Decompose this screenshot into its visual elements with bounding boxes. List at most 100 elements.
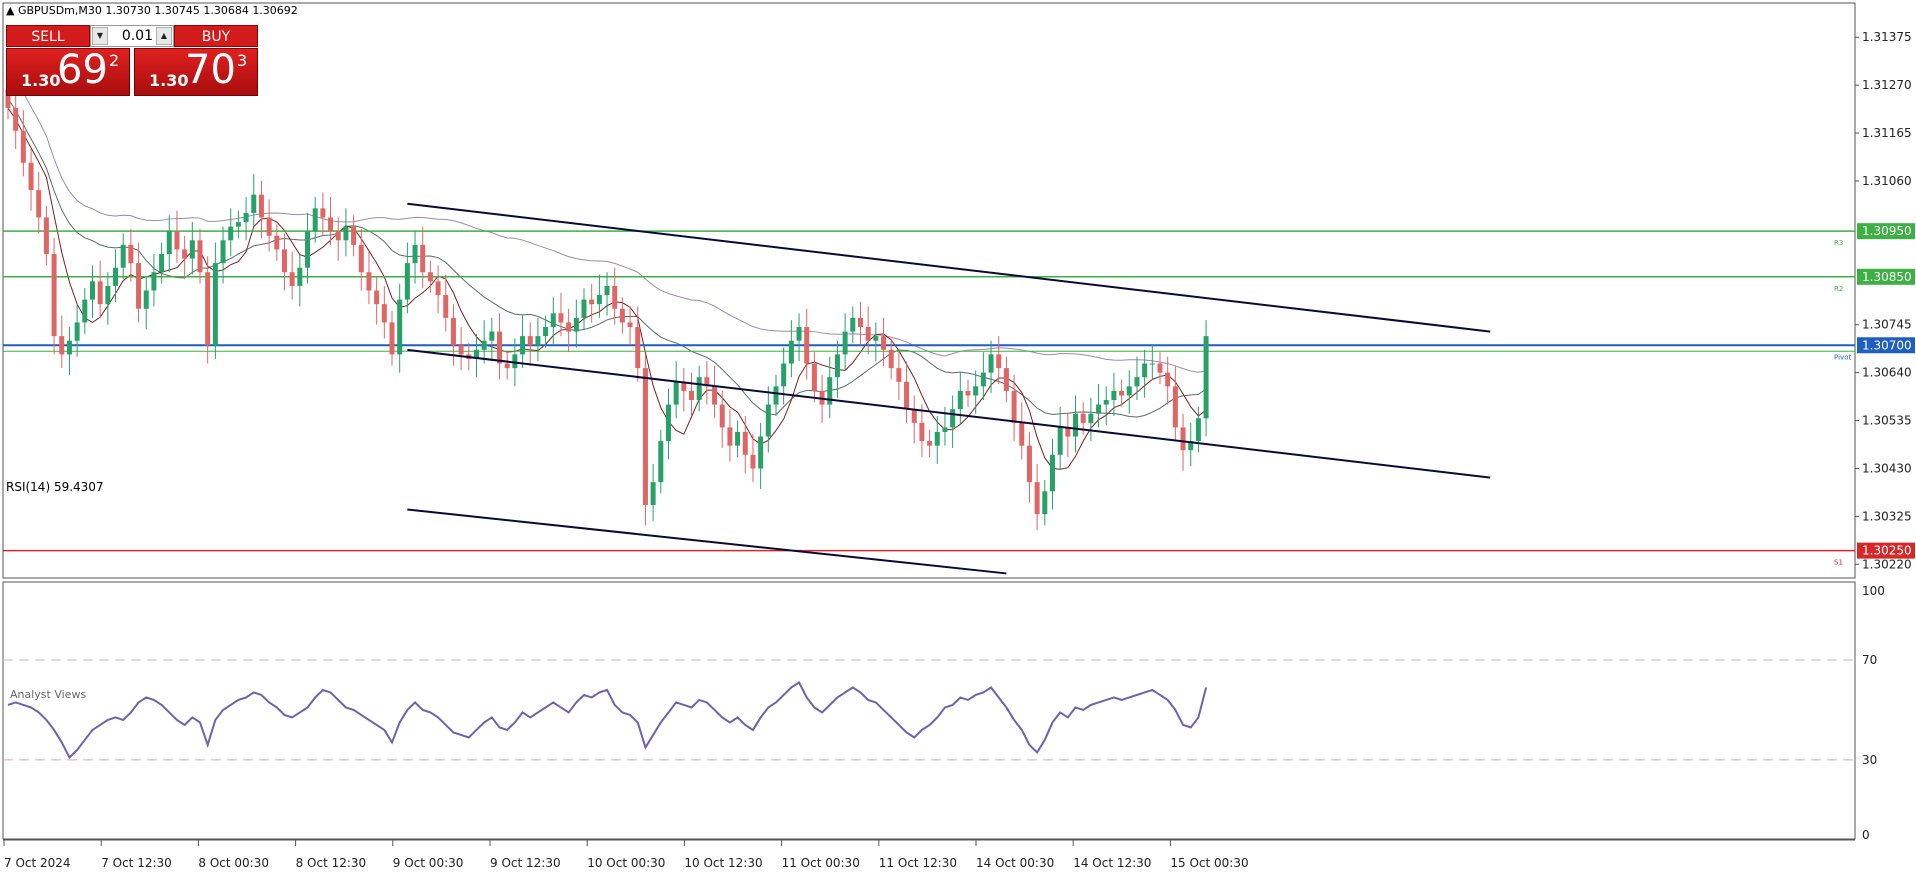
candle xyxy=(911,395,917,444)
candle xyxy=(274,224,280,261)
candle-body xyxy=(1034,482,1040,515)
candle-body xyxy=(842,331,848,355)
candle xyxy=(89,265,95,318)
candle-body xyxy=(228,226,234,241)
chart-canvas[interactable]: 1.30950R31.30850R21.30700Pivot1.30250S1 … xyxy=(0,0,1916,874)
candle-body xyxy=(773,386,779,405)
buy-price-fraction: 3 xyxy=(237,51,248,70)
trend-channel-line xyxy=(407,202,1491,333)
lot-size-box: ▼ ▲ xyxy=(90,25,174,47)
candle-body xyxy=(965,390,971,396)
candle-body xyxy=(1149,363,1155,365)
candle xyxy=(1057,406,1063,469)
candle xyxy=(328,196,334,245)
candle-body xyxy=(504,363,510,369)
candle xyxy=(1049,438,1055,510)
candle xyxy=(927,429,933,458)
candle-body xyxy=(235,222,241,227)
price-tick-label: 1.31270 xyxy=(1862,78,1912,92)
candle-body xyxy=(543,327,549,337)
candle-body xyxy=(43,217,49,254)
candle-body xyxy=(420,244,426,273)
candle-body xyxy=(128,244,134,264)
candle-body xyxy=(950,409,956,428)
candle xyxy=(289,251,295,300)
candle-body xyxy=(28,162,34,191)
candle xyxy=(1126,370,1132,414)
candle xyxy=(389,311,395,366)
price-tick-label: 1.30745 xyxy=(1862,318,1912,332)
candle-body xyxy=(13,107,19,131)
candle xyxy=(796,313,802,362)
candle-body xyxy=(804,327,810,364)
candle-body xyxy=(735,431,741,446)
candle xyxy=(59,315,65,369)
candle-body xyxy=(20,130,26,163)
time-tick-label: 8 Oct 12:30 xyxy=(296,856,367,870)
time-tick-label: 11 Oct 00:30 xyxy=(782,856,860,870)
candle xyxy=(788,320,794,378)
candle xyxy=(189,222,195,275)
candle xyxy=(412,231,418,284)
candle xyxy=(765,386,771,453)
candle-body xyxy=(89,281,95,300)
sell-button[interactable]: SELL xyxy=(6,25,90,47)
candle xyxy=(919,404,925,458)
lot-size-input[interactable] xyxy=(109,27,153,45)
candle-body xyxy=(888,349,894,369)
level-price-label: 1.30950 xyxy=(1862,224,1912,238)
level-price-label: 1.30850 xyxy=(1862,270,1912,284)
one-click-trading-panel: SELL ▼ ▲ BUY 1.30 69 2 1.30 70 3 xyxy=(6,25,258,96)
candle xyxy=(166,215,172,273)
candle xyxy=(1034,463,1040,531)
candle-body xyxy=(435,281,441,296)
analyst-views-label[interactable]: Analyst Views xyxy=(10,688,86,701)
candle-body xyxy=(1165,372,1171,387)
candle xyxy=(258,180,264,239)
candle xyxy=(481,320,487,364)
sell-price-button[interactable]: 1.30 69 2 xyxy=(6,47,130,96)
buy-button[interactable]: BUY xyxy=(174,25,258,47)
time-tick-label: 10 Oct 12:30 xyxy=(684,856,762,870)
candle-body xyxy=(189,240,195,259)
candle-body xyxy=(980,372,986,387)
candle xyxy=(182,235,188,280)
candle-body xyxy=(36,190,42,218)
buy-price-pips: 70 xyxy=(185,47,236,93)
candle-body xyxy=(934,431,940,446)
candle-body xyxy=(635,327,641,369)
candle xyxy=(36,171,42,234)
candle-body xyxy=(973,386,979,396)
candle xyxy=(735,420,741,458)
candle xyxy=(243,196,249,241)
candle xyxy=(297,253,303,307)
lot-increase-button[interactable]: ▲ xyxy=(156,27,172,45)
sell-price-pips: 69 xyxy=(57,47,108,93)
candle-body xyxy=(689,390,695,401)
candle xyxy=(473,333,479,378)
candle-body xyxy=(1026,445,1032,483)
candle-body xyxy=(205,272,211,346)
candle xyxy=(804,308,810,380)
rsi-line xyxy=(7,681,1208,760)
time-tick-label: 7 Oct 12:30 xyxy=(101,856,172,870)
candle-body xyxy=(512,354,518,369)
candle xyxy=(120,233,126,280)
candle-body xyxy=(1042,491,1048,515)
candle-body xyxy=(1096,404,1102,414)
candle xyxy=(435,265,441,314)
rsi-tick-label: 0 xyxy=(1862,828,1870,842)
candle-body xyxy=(1157,363,1163,373)
candle xyxy=(105,272,111,325)
candle-body xyxy=(911,409,917,423)
rsi-tick-label: 70 xyxy=(1862,653,1877,667)
candle xyxy=(658,429,664,494)
candle-body xyxy=(397,299,403,355)
candle-body xyxy=(834,354,840,378)
candle xyxy=(420,226,426,289)
candle xyxy=(689,372,695,416)
candle-body xyxy=(351,226,357,245)
candle-body xyxy=(74,322,80,341)
buy-price-button[interactable]: 1.30 70 3 xyxy=(134,47,258,96)
lot-decrease-button[interactable]: ▼ xyxy=(92,27,108,45)
